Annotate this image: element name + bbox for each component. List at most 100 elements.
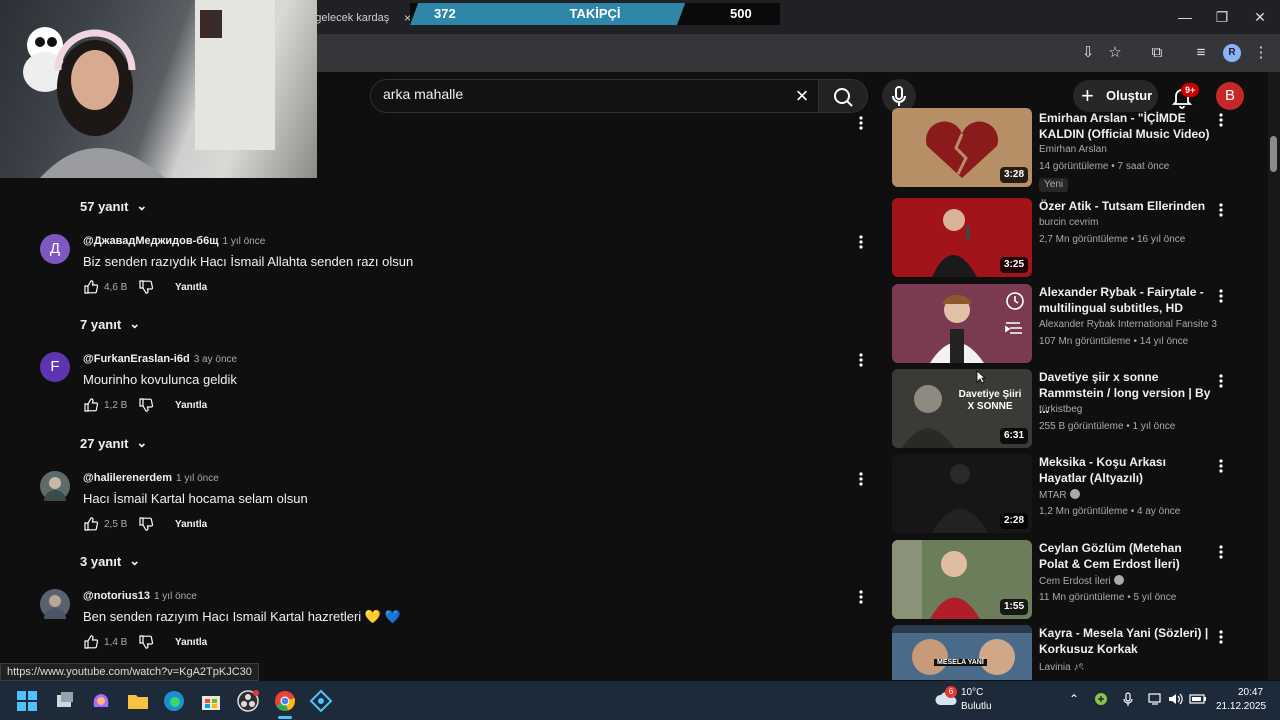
more-options-icon[interactable]	[1215, 458, 1227, 474]
comment-time[interactable]: 1 yıl önce	[222, 236, 265, 247]
video-channel[interactable]: türkistbeg	[1039, 404, 1224, 415]
obs-studio-icon[interactable]	[236, 689, 260, 713]
more-options-icon[interactable]	[855, 589, 867, 605]
video-thumbnail[interactable]: Davetiye Şiiri X SONNE 6:31	[892, 369, 1032, 448]
replies-toggle[interactable]: 27 yanıt ⌄	[80, 431, 147, 455]
search-button[interactable]	[818, 79, 868, 113]
browser-profile-avatar[interactable]: R	[1223, 44, 1241, 62]
volume-icon[interactable]	[1168, 692, 1184, 706]
microphone-icon[interactable]	[1122, 692, 1134, 707]
recommended-video[interactable]: Davetiye Şiiri X SONNE 6:31 Davetiye şiir…	[892, 369, 1232, 449]
video-channel[interactable]: Emirhan Arslan	[1039, 144, 1224, 155]
clock-date[interactable]: 21.12.2025	[1216, 701, 1266, 712]
comment-author[interactable]: @notorius13	[83, 590, 150, 602]
network-app-icon[interactable]	[309, 689, 333, 713]
video-meta: 255 B görüntüleme • 1 yıl önce	[1039, 421, 1176, 432]
dislike-icon[interactable]	[138, 634, 154, 650]
close-window-button[interactable]: ✕	[1237, 0, 1280, 34]
more-options-icon[interactable]	[855, 352, 867, 368]
copilot-icon[interactable]	[89, 689, 113, 713]
more-options-icon[interactable]	[855, 471, 867, 487]
recommended-video[interactable]: 3:25 Özer Atik - Tutsam Ellerinden burci…	[892, 198, 1232, 278]
reply-button[interactable]: Yanıtla	[175, 519, 207, 530]
replies-toggle[interactable]: 7 yanıt ⌄	[80, 312, 140, 336]
video-channel[interactable]: Cem Erdost İleri	[1039, 575, 1224, 587]
task-view-icon[interactable]	[53, 689, 77, 713]
recommended-video[interactable]: 3:28 Emirhan Arslan - "İÇİMDE KALDIN (Of…	[892, 108, 1232, 192]
file-explorer-icon[interactable]	[126, 689, 150, 713]
video-channel[interactable]: Alexander Rybak International Fansite 3	[1039, 319, 1224, 330]
add-to-queue-icon[interactable]	[1004, 320, 1026, 336]
clear-search-icon[interactable]: ×	[788, 83, 816, 109]
comment-author[interactable]: @FurkanEraslan-i6d	[83, 353, 190, 365]
account-avatar[interactable]: B	[1216, 82, 1244, 110]
video-thumbnail[interactable]: 1:55	[892, 540, 1032, 619]
recommended-video[interactable]: 1:55 Ceylan Gözlüm (Metehan Polat & Cem …	[892, 540, 1232, 620]
comment-avatar[interactable]: F	[40, 352, 70, 382]
video-title[interactable]: Kayra - Mesela Yani (Sözleri) | Korkusuz…	[1039, 625, 1214, 657]
tray-app-icon[interactable]	[1094, 692, 1108, 706]
video-thumbnail[interactable]: 3:25	[892, 198, 1032, 277]
video-channel[interactable]: burcin cevrim	[1039, 217, 1224, 228]
more-options-icon[interactable]	[1215, 373, 1227, 389]
show-hidden-icons-chevron-icon[interactable]: ⌃	[1069, 692, 1079, 706]
microsoft-store-icon[interactable]	[199, 689, 223, 713]
follower-current: 372	[434, 6, 456, 21]
clock-time[interactable]: 20:47	[1238, 687, 1263, 698]
more-options-icon[interactable]	[1215, 629, 1227, 645]
recommended-video[interactable]: Alexander Rybak - Fairytale - multilingu…	[892, 284, 1232, 364]
more-options-icon[interactable]	[1215, 112, 1227, 128]
reply-button[interactable]: Yanıtla	[175, 282, 207, 293]
video-title[interactable]: Alexander Rybak - Fairytale - multilingu…	[1039, 284, 1214, 316]
comment-author[interactable]: @ДжавадМеджидов-б6щ	[83, 235, 218, 247]
replies-toggle[interactable]: 57 yanıt ⌄	[80, 194, 147, 218]
video-thumbnail[interactable]: 2:28	[892, 454, 1032, 533]
extensions-icon[interactable]: ⧉	[1146, 42, 1168, 64]
comment-time[interactable]: 3 ay önce	[194, 354, 237, 365]
video-channel[interactable]: MTAR	[1039, 489, 1224, 501]
reply-button[interactable]: Yanıtla	[175, 637, 207, 648]
install-app-icon[interactable]: ⇩	[1077, 42, 1099, 64]
battery-icon[interactable]	[1189, 692, 1207, 706]
comment-avatar[interactable]: Д	[40, 234, 70, 264]
comment-time[interactable]: 1 yıl önce	[154, 591, 197, 602]
recommended-video[interactable]: 2:28 Meksika - Koşu Arkası Hayatlar (Alt…	[892, 454, 1232, 534]
like-icon[interactable]	[83, 397, 99, 413]
edge-browser-icon[interactable]	[162, 689, 186, 713]
bookmark-star-icon[interactable]: ☆	[1104, 42, 1126, 64]
video-title[interactable]: Özer Atik - Tutsam Ellerinden	[1039, 198, 1214, 214]
comment-time[interactable]: 1 yıl önce	[176, 473, 219, 484]
video-channel[interactable]: Lavinia ♪ৎ	[1039, 660, 1224, 677]
replies-toggle[interactable]: 3 yanıt ⌄	[80, 549, 140, 573]
video-thumbnail[interactable]	[892, 284, 1032, 363]
recommended-video[interactable]: MESELA YANİ Kayra - Mesela Yani (Sözleri…	[892, 625, 1232, 680]
like-icon[interactable]	[83, 516, 99, 532]
more-options-icon[interactable]	[855, 234, 867, 250]
search-query-text[interactable]: arka mahalle	[383, 86, 463, 102]
watch-later-icon[interactable]	[1004, 290, 1026, 312]
more-options-icon[interactable]	[1215, 202, 1227, 218]
comment-avatar[interactable]	[40, 471, 70, 501]
comment-avatar[interactable]	[40, 589, 70, 619]
video-thumbnail[interactable]: 3:28	[892, 108, 1032, 187]
like-icon[interactable]	[83, 279, 99, 295]
network-icon[interactable]	[1148, 692, 1164, 706]
video-title[interactable]: Meksika - Koşu Arkası Hayatlar (Altyazıl…	[1039, 454, 1214, 486]
more-options-icon[interactable]	[1215, 544, 1227, 560]
more-options-icon[interactable]	[1215, 288, 1227, 304]
media-control-icon[interactable]: ≡	[1190, 42, 1212, 64]
video-title[interactable]: Ceylan Gözlüm (Metehan Polat & Cem Erdos…	[1039, 540, 1214, 572]
comment-author[interactable]: @halilerenerdem	[83, 472, 172, 484]
dislike-icon[interactable]	[138, 279, 154, 295]
dislike-icon[interactable]	[138, 397, 154, 413]
dislike-icon[interactable]	[138, 516, 154, 532]
scrollbar-thumb[interactable]	[1270, 136, 1277, 172]
video-title[interactable]: Emirhan Arslan - "İÇİMDE KALDIN (Officia…	[1039, 110, 1214, 144]
browser-menu-icon[interactable]: ⋮	[1250, 42, 1272, 64]
windows-start-icon[interactable]	[15, 689, 39, 713]
reply-button[interactable]: Yanıtla	[175, 400, 207, 411]
chrome-browser-icon[interactable]	[273, 689, 297, 713]
video-thumbnail[interactable]: MESELA YANİ	[892, 625, 1032, 680]
like-icon[interactable]	[83, 634, 99, 650]
more-options-icon[interactable]	[855, 115, 867, 131]
